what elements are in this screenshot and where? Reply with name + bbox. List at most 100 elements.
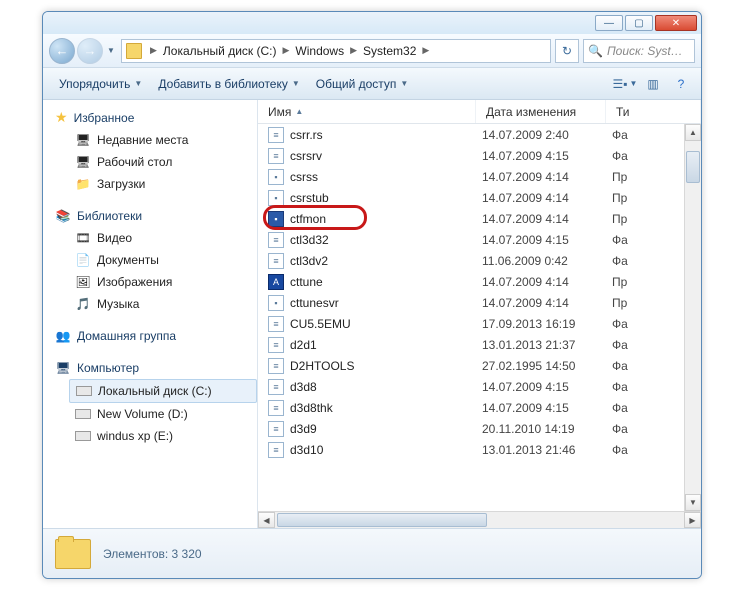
include-library-button[interactable]: Добавить в библиотеку▼	[150, 73, 307, 95]
computer-icon: 🖥	[55, 360, 71, 376]
file-icon: ≡	[268, 400, 284, 416]
file-row[interactable]: ▪csrss14.07.2009 4:14Пр	[258, 166, 701, 187]
file-name: d3d8thk	[290, 401, 482, 415]
libraries-header[interactable]: 📚Библиотеки	[55, 205, 257, 227]
file-name: d3d9	[290, 422, 482, 436]
breadcrumb[interactable]: ▶ Локальный диск (C:) ▶ Windows ▶ System…	[121, 39, 551, 63]
file-date: 14.07.2009 4:14	[482, 170, 612, 184]
file-row[interactable]: ▪csrstub14.07.2009 4:14Пр	[258, 187, 701, 208]
file-date: 13.01.2013 21:46	[482, 443, 612, 457]
refresh-button[interactable]: ↻	[555, 39, 579, 63]
back-button[interactable]: ←	[49, 38, 75, 64]
homegroup-header[interactable]: 👥Домашняя группа	[55, 325, 257, 347]
file-row[interactable]: ≡d3d8thk14.07.2009 4:15Фа	[258, 397, 701, 418]
sort-indicator-icon: ▲	[295, 107, 303, 116]
drive-c[interactable]: Локальный диск (C:)	[69, 379, 257, 403]
breadcrumb-separator[interactable]: ▶	[350, 45, 357, 56]
horizontal-scrollbar[interactable]: ◀ ▶	[258, 511, 701, 528]
file-row[interactable]: ≡d3d1013.01.2013 21:46Фа	[258, 439, 701, 460]
column-date[interactable]: Дата изменения	[476, 100, 606, 123]
file-row[interactable]: ≡d2d113.01.2013 21:37Фа	[258, 334, 701, 355]
music-icon: 🎵	[75, 296, 91, 312]
file-name: d3d10	[290, 443, 482, 457]
help-button[interactable]: ?	[669, 72, 693, 96]
scroll-left-button[interactable]: ◀	[258, 512, 275, 528]
scroll-track[interactable]	[685, 141, 701, 494]
file-icon: ≡	[268, 316, 284, 332]
file-name: csrstub	[290, 191, 482, 205]
file-date: 13.01.2013 21:37	[482, 338, 612, 352]
music-library[interactable]: 🎵Музыка	[55, 293, 257, 315]
column-type[interactable]: Ти	[606, 100, 701, 123]
forward-button[interactable]: →	[77, 38, 103, 64]
file-row[interactable]: ▪ctfmon14.07.2009 4:14Пр	[258, 208, 701, 229]
file-name: D2HTOOLS	[290, 359, 482, 373]
file-icon: A	[268, 274, 284, 290]
file-icon: ≡	[268, 127, 284, 143]
file-row[interactable]: ≡ctl3dv211.06.2009 0:42Фа	[258, 250, 701, 271]
computer-header[interactable]: 🖥Компьютер	[55, 357, 257, 379]
scroll-right-button[interactable]: ▶	[684, 512, 701, 528]
scroll-thumb[interactable]	[686, 151, 700, 183]
file-list[interactable]: ≡csrr.rs14.07.2009 2:40Фа≡csrsrv14.07.20…	[258, 124, 701, 511]
breadcrumb-separator[interactable]: ▶	[150, 45, 157, 56]
file-date: 14.07.2009 4:14	[482, 296, 612, 310]
file-date: 20.11.2010 14:19	[482, 422, 612, 436]
maximize-button[interactable]: ▢	[625, 15, 653, 31]
breadcrumb-separator[interactable]: ▶	[282, 45, 289, 56]
history-dropdown[interactable]: ▼	[105, 38, 117, 64]
documents-library[interactable]: 📄Документы	[55, 249, 257, 271]
close-button[interactable]: ✕	[655, 15, 697, 31]
file-name: d3d8	[290, 380, 482, 394]
scroll-up-button[interactable]: ▲	[685, 124, 701, 141]
file-name: csrr.rs	[290, 128, 482, 142]
share-button[interactable]: Общий доступ▼	[308, 73, 417, 95]
organize-button[interactable]: Упорядочить▼	[51, 73, 150, 95]
search-input[interactable]: 🔍 Поиск: Syst…	[583, 39, 695, 63]
file-row[interactable]: ≡csrr.rs14.07.2009 2:40Фа	[258, 124, 701, 145]
explorer-window: — ▢ ✕ ← → ▼ ▶ Локальный диск (C:) ▶ Wind…	[42, 11, 702, 579]
breadcrumb-segment[interactable]: Локальный диск (C:)	[161, 44, 279, 58]
recent-places[interactable]: 🖥Недавние места	[55, 129, 257, 151]
drive-icon	[75, 406, 91, 422]
pictures-library[interactable]: 🖼Изображения	[55, 271, 257, 293]
file-row[interactable]: Acttune14.07.2009 4:14Пр	[258, 271, 701, 292]
breadcrumb-segment[interactable]: System32	[361, 44, 418, 58]
column-name[interactable]: Имя▲	[258, 100, 476, 123]
navigation-pane[interactable]: ★Избранное 🖥Недавние места 🖥Рабочий стол…	[43, 100, 258, 528]
document-icon: 📄	[75, 252, 91, 268]
file-icon: ≡	[268, 253, 284, 269]
file-row[interactable]: ≡d3d920.11.2010 14:19Фа	[258, 418, 701, 439]
breadcrumb-separator[interactable]: ▶	[422, 45, 429, 56]
file-date: 27.02.1995 14:50	[482, 359, 612, 373]
file-row[interactable]: ▪cttunesvr14.07.2009 4:14Пр	[258, 292, 701, 313]
file-date: 14.07.2009 4:14	[482, 191, 612, 205]
scroll-thumb[interactable]	[277, 513, 487, 527]
desktop[interactable]: 🖥Рабочий стол	[55, 151, 257, 173]
drive-d[interactable]: New Volume (D:)	[55, 403, 257, 425]
file-row[interactable]: ≡csrsrv14.07.2009 4:15Фа	[258, 145, 701, 166]
videos-library[interactable]: 🎞Видео	[55, 227, 257, 249]
file-icon: ▪	[268, 295, 284, 311]
scroll-track[interactable]	[275, 512, 684, 528]
file-date: 14.07.2009 4:15	[482, 380, 612, 394]
drive-e[interactable]: windus xp (E:)	[55, 425, 257, 447]
video-icon: 🎞	[75, 230, 91, 246]
pictures-icon: 🖼	[75, 274, 91, 290]
view-options-button[interactable]: ☰▪ ▼	[613, 72, 637, 96]
preview-pane-button[interactable]: ▥	[641, 72, 665, 96]
title-bar[interactable]: — ▢ ✕	[43, 12, 701, 34]
minimize-button[interactable]: —	[595, 15, 623, 31]
favorites-header[interactable]: ★Избранное	[55, 106, 257, 129]
vertical-scrollbar[interactable]: ▲ ▼	[684, 124, 701, 511]
downloads[interactable]: 📁Загрузки	[55, 173, 257, 195]
file-list-pane: Имя▲ Дата изменения Ти ≡ csrr.rs 14.07.200…	[258, 100, 701, 528]
file-row[interactable]: ≡d3d814.07.2009 4:15Фа	[258, 376, 701, 397]
breadcrumb-segment[interactable]: Windows	[293, 44, 346, 58]
file-row[interactable]: ≡ctl3d3214.07.2009 4:15Фа	[258, 229, 701, 250]
file-row[interactable]: ≡D2HTOOLS27.02.1995 14:50Фа	[258, 355, 701, 376]
file-row[interactable]: ≡CU5.5EMU17.09.2013 16:19Фа	[258, 313, 701, 334]
column-headers: Имя▲ Дата изменения Ти	[258, 100, 701, 124]
file-name: ctl3dv2	[290, 254, 482, 268]
scroll-down-button[interactable]: ▼	[685, 494, 701, 511]
